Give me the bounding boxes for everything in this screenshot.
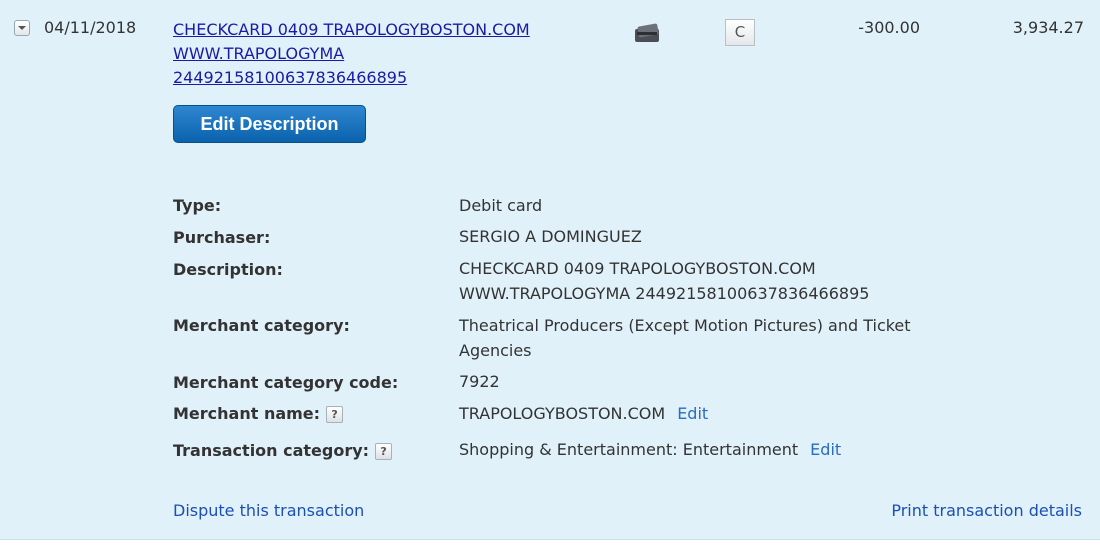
transaction-date: 04/11/2018 — [44, 18, 137, 37]
transaction-category-edit-link[interactable]: Edit — [810, 440, 841, 459]
merchant-category-label: Merchant category: — [173, 316, 350, 335]
transaction-category-value: Shopping & Entertainment: Entertainment — [459, 440, 799, 459]
collapse-toggle-icon[interactable] — [14, 20, 30, 36]
running-balance: 3,934.27 — [1012, 18, 1084, 37]
merchant-name-label: Merchant name: — [173, 404, 321, 423]
help-icon[interactable]: ? — [375, 443, 393, 460]
merchant-category-code-value: 7922 — [459, 372, 500, 391]
merchant-category-line-2: Agencies — [459, 341, 532, 360]
purchaser-value: SERGIO A DOMINGUEZ — [459, 227, 642, 246]
merchant-name-edit-link[interactable]: Edit — [677, 404, 708, 423]
description-value-line-2: WWW.TRAPOLOGYMA 24492158100637836466895 — [459, 284, 870, 303]
description-value: CHECKCARD 0409 TRAPOLOGYBOSTON.COM WWW.T… — [459, 256, 869, 306]
transaction-category-value-row: Shopping & Entertainment: Entertainment E… — [459, 437, 841, 462]
cleared-status-badge: C — [725, 19, 755, 46]
transaction-detail-panel: 04/11/2018 CHECKCARD 0409 TRAPOLOGYBOSTO… — [0, 0, 1100, 540]
description-line-2[interactable]: WWW.TRAPOLOGYMA — [173, 42, 593, 66]
description-label: Description: — [173, 260, 283, 279]
debit-card-icon — [635, 23, 659, 42]
dispute-transaction-link[interactable]: Dispute this transaction — [173, 501, 364, 520]
merchant-category-line-1: Theatrical Producers (Except Motion Pict… — [459, 316, 911, 335]
description-line-1[interactable]: CHECKCARD 0409 TRAPOLOGYBOSTON.COM — [173, 18, 593, 42]
print-transaction-details-link[interactable]: Print transaction details — [891, 501, 1082, 520]
merchant-category-value: Theatrical Producers (Except Motion Pict… — [459, 313, 911, 363]
description-value-line-1: CHECKCARD 0409 TRAPOLOGYBOSTON.COM — [459, 259, 816, 278]
transaction-category-label: Transaction category: — [173, 441, 370, 460]
merchant-name-value: TRAPOLOGYBOSTON.COM — [459, 404, 666, 423]
transaction-description-link[interactable]: CHECKCARD 0409 TRAPOLOGYBOSTON.COM WWW.T… — [173, 18, 593, 90]
merchant-category-code-label: Merchant category code: — [173, 373, 399, 392]
type-value: Debit card — [459, 196, 543, 215]
edit-description-button[interactable]: Edit Description — [173, 105, 366, 143]
merchant-name-value-row: TRAPOLOGYBOSTON.COM Edit — [459, 401, 708, 426]
transaction-amount: -300.00 — [858, 18, 920, 37]
help-icon[interactable]: ? — [326, 406, 344, 423]
purchaser-label: Purchaser: — [173, 228, 271, 247]
transaction-category-label-row: Transaction category:? — [173, 441, 393, 460]
merchant-name-label-row: Merchant name:? — [173, 404, 344, 423]
type-label: Type: — [173, 196, 222, 215]
description-line-3[interactable]: 24492158100637836466895 — [173, 66, 593, 90]
